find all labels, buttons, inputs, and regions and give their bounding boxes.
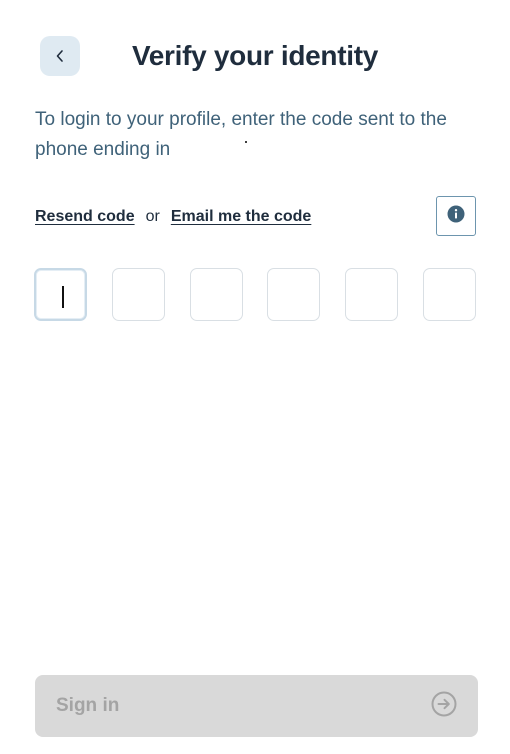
code-digit-input-2[interactable] [112, 268, 165, 321]
instruction-text: To login to your profile, enter the code… [35, 109, 447, 160]
verification-code-inputs [34, 268, 478, 324]
code-digit-input-6[interactable] [423, 268, 476, 321]
text-caret [62, 286, 64, 308]
or-separator: or [145, 208, 160, 225]
code-options: Resend code or Email me the code [35, 204, 311, 230]
code-digit-input-4[interactable] [267, 268, 320, 321]
code-digit-input-5[interactable] [345, 268, 398, 321]
resend-code-link[interactable]: Resend code [35, 208, 135, 226]
page-title: Verify your identity [131, 40, 379, 71]
sign-in-button[interactable]: Sign in [35, 675, 478, 737]
email-code-link[interactable]: Email me the code [171, 208, 312, 226]
header: Verify your identity [0, 0, 510, 112]
info-icon [447, 205, 465, 228]
code-digit-input-1[interactable] [34, 268, 87, 321]
masked-phone-placeholder [245, 141, 247, 143]
sign-in-label: Sign in [56, 695, 120, 716]
verify-identity-page: Verify your identity To login to your pr… [0, 0, 510, 754]
info-button[interactable] [436, 196, 476, 236]
arrow-right-circle-icon [431, 691, 457, 722]
code-digit-input-3[interactable] [190, 268, 243, 321]
